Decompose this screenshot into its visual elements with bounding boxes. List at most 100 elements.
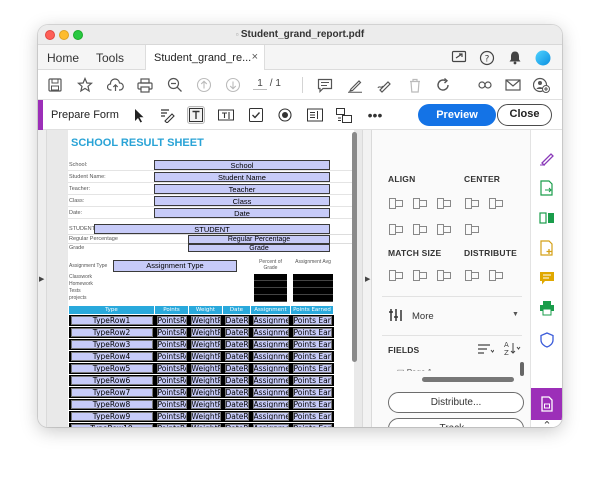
comment-tool-icon[interactable] — [537, 268, 557, 288]
sign-pen-icon[interactable] — [376, 76, 394, 94]
info-field[interactable]: Date — [154, 208, 330, 218]
track-button[interactable]: Track... — [388, 418, 524, 427]
form-field[interactable]: WeightRo — [190, 424, 221, 427]
form-field[interactable]: Points Earn — [292, 364, 332, 373]
form-field[interactable]: WeightRo — [190, 376, 221, 385]
document-scrollbar[interactable] — [352, 132, 357, 362]
select-pointer-icon[interactable] — [130, 106, 148, 124]
organize-pages-icon[interactable] — [537, 208, 557, 228]
form-field[interactable]: TypeRow2 — [70, 328, 153, 337]
distribute-horizontal-icon[interactable] — [488, 268, 503, 282]
form-field[interactable]: WeightRo — [190, 400, 221, 409]
tools-tab[interactable]: Tools — [96, 51, 124, 65]
form-field[interactable]: DateR — [224, 328, 249, 337]
right-panel-toggle[interactable]: ▶ — [362, 130, 372, 427]
distribute-vertical-icon[interactable] — [464, 268, 479, 282]
print-icon[interactable] — [136, 76, 154, 94]
next-page-icon[interactable] — [224, 76, 242, 94]
share-link-icon[interactable] — [476, 76, 494, 94]
percent-field[interactable] — [254, 288, 287, 295]
form-field[interactable]: DateR — [224, 388, 249, 397]
form-field[interactable]: PointsRo — [156, 376, 187, 385]
combed-field-icon[interactable] — [217, 106, 235, 124]
dropdown-tool-icon[interactable] — [335, 106, 353, 124]
left-panel-toggle[interactable]: ▶ — [38, 130, 47, 427]
add-user-icon[interactable] — [532, 76, 550, 94]
info-field[interactable]: Class — [154, 196, 330, 206]
align-center-icon[interactable] — [436, 222, 451, 236]
average-field[interactable] — [293, 295, 333, 302]
form-field[interactable]: WeightRo — [190, 316, 221, 325]
percent-field[interactable] — [254, 274, 287, 281]
form-field[interactable]: WeightRo — [190, 412, 221, 421]
info-field[interactable]: Teacher — [154, 184, 330, 194]
form-field[interactable]: DateR — [224, 424, 249, 427]
align-top-icon[interactable] — [436, 196, 451, 210]
delete-trash-icon[interactable] — [406, 76, 424, 94]
align-bottom-icon[interactable] — [388, 222, 403, 236]
form-field[interactable]: PointsRo — [156, 364, 187, 373]
form-field[interactable]: TypeRow9 — [70, 412, 153, 421]
more-tools-icon[interactable]: ••• — [366, 106, 384, 124]
match-height-icon[interactable] — [412, 268, 427, 282]
average-field[interactable] — [293, 274, 333, 281]
fill-sign-icon[interactable] — [537, 148, 557, 168]
form-field[interactable]: DateR — [224, 340, 249, 349]
form-field[interactable]: DateR — [224, 400, 249, 409]
sort-list-icon[interactable] — [476, 342, 495, 356]
form-field[interactable]: Assignmen — [252, 340, 289, 349]
page-number-input[interactable]: 1 — [253, 78, 267, 90]
form-field[interactable]: TypeRow4 — [70, 352, 153, 361]
form-field[interactable]: TypeRow7 — [70, 388, 153, 397]
center-both-icon[interactable] — [464, 222, 479, 236]
form-field[interactable]: TypeRow3 — [70, 340, 153, 349]
user-avatar[interactable] — [534, 49, 551, 66]
help-icon[interactable]: ? — [478, 49, 495, 66]
fields-scrollbar[interactable] — [422, 377, 514, 382]
share-screen-icon[interactable] — [450, 49, 467, 66]
form-field[interactable]: Assignmen — [252, 352, 289, 361]
align-left-icon[interactable] — [388, 196, 403, 210]
form-field[interactable]: DateR — [224, 376, 249, 385]
form-field[interactable]: Points Earn — [292, 352, 332, 361]
form-field[interactable]: Assignmen — [252, 316, 289, 325]
percent-field[interactable] — [254, 295, 287, 302]
percent-field[interactable] — [254, 281, 287, 288]
align-right-icon[interactable] — [412, 196, 427, 210]
form-field[interactable]: WeightRo — [190, 352, 221, 361]
form-field[interactable]: Assignmen — [252, 364, 289, 373]
fields-vertical-scrollbar[interactable] — [520, 362, 524, 376]
form-field[interactable]: PointsRo — [156, 400, 187, 409]
form-field[interactable]: Points Earn — [292, 316, 332, 325]
save-icon[interactable] — [46, 76, 64, 94]
form-field[interactable]: Assignmen — [252, 376, 289, 385]
close-tab-icon[interactable]: × — [252, 51, 258, 63]
form-field[interactable]: PointsRo — [156, 340, 187, 349]
form-field[interactable]: Points Earn — [292, 388, 332, 397]
align-middle-icon[interactable] — [412, 222, 427, 236]
form-field[interactable]: Assignmen — [252, 388, 289, 397]
form-field[interactable]: TypeRow1 — [70, 316, 153, 325]
previous-page-icon[interactable] — [195, 76, 213, 94]
form-field[interactable]: PointsRo — [156, 412, 187, 421]
form-field[interactable]: TypeRow6 — [70, 376, 153, 385]
distribute-button[interactable]: Distribute... — [388, 392, 524, 413]
email-icon[interactable] — [504, 76, 522, 94]
match-both-icon[interactable] — [436, 268, 451, 282]
rotate-icon[interactable] — [434, 76, 452, 94]
form-field[interactable]: Points Earn — [292, 400, 332, 409]
checkbox-tool-icon[interactable] — [247, 106, 265, 124]
highlight-pen-icon[interactable] — [346, 76, 364, 94]
form-field[interactable]: Points Earn — [292, 412, 332, 421]
average-field[interactable] — [293, 281, 333, 288]
form-field[interactable]: Points Earn — [292, 340, 332, 349]
close-form-button[interactable]: Close — [497, 104, 552, 126]
scroll-up-chevron-icon[interactable]: ⌃ — [537, 420, 557, 428]
edit-fields-icon[interactable] — [158, 106, 176, 124]
radio-button-tool-icon[interactable] — [276, 106, 294, 124]
bookmark-star-icon[interactable] — [76, 76, 94, 94]
form-field[interactable]: PointsRo — [156, 388, 187, 397]
average-field[interactable] — [293, 288, 333, 295]
form-field[interactable]: WeightRo — [190, 364, 221, 373]
form-field[interactable]: TypeRow5 — [70, 364, 153, 373]
